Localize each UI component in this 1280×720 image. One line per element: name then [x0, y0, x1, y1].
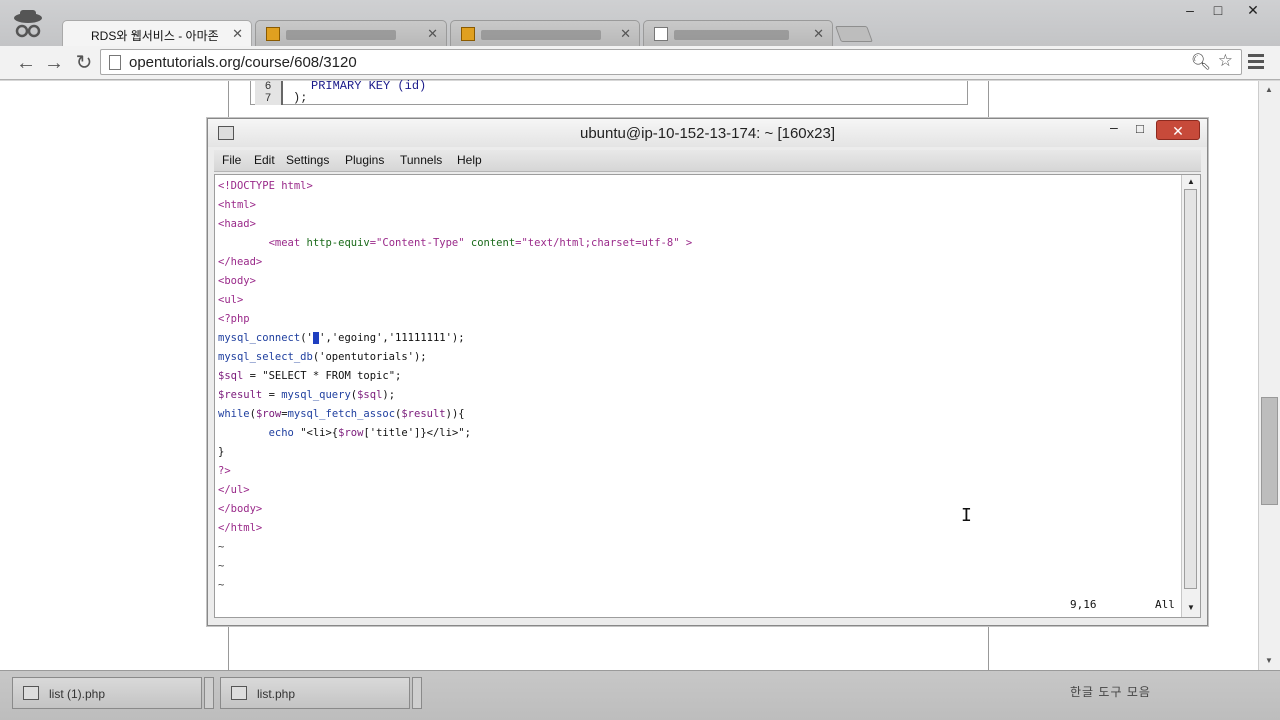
maximize-button[interactable]: □	[1203, 2, 1233, 18]
taskbar-item[interactable]: list.php	[220, 677, 410, 709]
terminal-close-button[interactable]: ✕	[1156, 120, 1200, 140]
forward-arrow-icon[interactable]: →	[42, 51, 66, 75]
code-line: echo "<li>{$row['title']}</li>";	[268, 427, 471, 439]
tab-3[interactable]: ✕	[450, 20, 640, 46]
code-line: </ul>	[218, 484, 250, 496]
menu-tunnels[interactable]: Tunnels	[400, 153, 442, 167]
code-line: </html>	[218, 522, 263, 534]
page-icon	[109, 55, 121, 70]
back-arrow-icon[interactable]: ←	[14, 51, 38, 75]
page-scrollbar[interactable]: ▲ ▼	[1258, 81, 1280, 670]
taskbar-item-label: list.php	[257, 687, 296, 701]
line-numbers: 6 7	[255, 81, 283, 105]
menu-edit[interactable]: Edit	[254, 153, 275, 167]
menu-icon[interactable]	[1248, 54, 1264, 70]
scroll-up-icon[interactable]: ▲	[1259, 85, 1279, 94]
text-cursor	[312, 332, 320, 344]
url-text[interactable]: opentutorials.org/course/608/3120	[129, 54, 357, 71]
code-line: </body>	[218, 503, 263, 515]
tab-label-blurred	[481, 29, 601, 40]
terminal-scrollbar[interactable]: ▲ ▼	[1181, 175, 1200, 617]
taskbar-item-label: list (1).php	[49, 687, 106, 701]
tab-favicon-icon	[266, 27, 280, 41]
code-editor[interactable]: <!DOCTYPE html> <html> <haad> <meat http-e…	[218, 177, 692, 595]
scroll-down-icon[interactable]: ▼	[1259, 656, 1279, 665]
menu-help[interactable]: Help	[457, 153, 482, 167]
menu-file[interactable]: File	[222, 153, 241, 167]
terminal-app-icon	[231, 686, 247, 700]
address-bar[interactable]: opentutorials.org/course/608/3120 🔍︎ ☆	[100, 49, 1242, 75]
terminal-window: ubuntu@ip-10-152-13-174: ~ [160x23] – □ …	[207, 118, 1208, 626]
taskbar-item[interactable]: list (1).php	[12, 677, 202, 709]
code-line: ~	[218, 541, 225, 553]
code-line: <meat http-equiv="Content-Type" content=…	[218, 237, 693, 249]
incognito-icon	[14, 10, 42, 38]
code-line: mysql_connect(' ','egoing','11111111');	[218, 332, 465, 344]
terminal-text-area[interactable]: <!DOCTYPE html> <html> <haad> <meat http-e…	[214, 174, 1201, 618]
browser-tab-strip: RDS와 웹서비스 - 아마존 ✕ ✕ ✕ ✕ – □ ✕	[0, 0, 1280, 46]
code-line: $sql = "SELECT * FROM topic";	[218, 370, 402, 382]
code-line: while($row=mysql_fetch_assoc($result)){	[218, 408, 465, 420]
taskbar-handle[interactable]	[412, 677, 422, 709]
scrollbar-thumb[interactable]	[1184, 189, 1197, 589]
code-line: <!DOCTYPE html>	[218, 180, 313, 192]
close-button[interactable]: ✕	[1238, 2, 1268, 19]
reload-icon[interactable]: ↻	[72, 51, 96, 75]
taskbar-handle[interactable]	[204, 677, 214, 709]
new-tab-button[interactable]	[835, 26, 873, 42]
menu-plugins[interactable]: Plugins	[345, 153, 384, 167]
star-icon[interactable]: ☆	[1218, 51, 1233, 71]
code-line: PRIMARY KEY (id)	[311, 79, 427, 93]
terminal-titlebar[interactable]: ubuntu@ip-10-152-13-174: ~ [160x23] – □ …	[208, 119, 1207, 147]
tab-2[interactable]: ✕	[255, 20, 447, 46]
line-number: 6	[264, 81, 272, 93]
code-line: </head>	[218, 256, 263, 268]
tab-label: RDS와 웹서비스 - 아마존	[91, 29, 219, 43]
scroll-down-icon[interactable]: ▼	[1182, 603, 1200, 612]
code-line: ?>	[218, 465, 231, 477]
search-icon[interactable]: 🔍︎	[1191, 52, 1211, 72]
tab-4[interactable]: ✕	[643, 20, 833, 46]
browser-toolbar: ← → ↻ opentutorials.org/course/608/3120 …	[0, 46, 1280, 80]
scrollbar-thumb[interactable]	[1261, 397, 1278, 505]
tab-close-icon[interactable]: ✕	[427, 26, 438, 42]
tab-close-icon[interactable]: ✕	[232, 26, 243, 42]
tab-label-blurred	[286, 29, 396, 40]
text-cursor-icon: I	[961, 505, 972, 526]
code-line: ~	[218, 579, 225, 591]
terminal-menubar: File Edit Settings Plugins Tunnels Help	[214, 150, 1201, 172]
taskbar: list (1).php list.php 한글 도구 모음	[0, 670, 1280, 720]
cursor-position: 9,16	[1070, 598, 1097, 611]
menu-settings[interactable]: Settings	[286, 153, 329, 167]
code-line: <ul>	[218, 294, 244, 306]
code-line: <html>	[218, 199, 256, 211]
terminal-title: ubuntu@ip-10-152-13-174: ~ [160x23]	[580, 125, 835, 142]
terminal-app-icon	[23, 686, 39, 700]
scroll-up-icon[interactable]: ▲	[1182, 177, 1200, 186]
code-line: );	[293, 91, 308, 105]
tab-rds[interactable]: RDS와 웹서비스 - 아마존 ✕	[62, 20, 252, 46]
code-line: ~	[218, 560, 225, 572]
tab-favicon-icon	[461, 27, 475, 41]
code-line: <?php	[218, 313, 250, 325]
terminal-maximize-button[interactable]: □	[1136, 121, 1144, 136]
terminal-minimize-button[interactable]: –	[1110, 119, 1118, 135]
minimize-button[interactable]: –	[1175, 2, 1205, 18]
tab-close-icon[interactable]: ✕	[813, 26, 824, 42]
line-number: 7	[264, 93, 272, 105]
code-line: <haad>	[218, 218, 256, 230]
tab-page-icon	[654, 27, 668, 41]
code-line: }	[218, 446, 225, 458]
scroll-position: All	[1155, 598, 1175, 611]
tab-close-icon[interactable]: ✕	[620, 26, 631, 42]
code-line: $result = mysql_query($sql);	[218, 389, 396, 401]
code-line: mysql_select_db('opentutorials');	[218, 351, 427, 363]
code-line: <body>	[218, 275, 256, 287]
system-tray[interactable]: 한글 도구 모음	[1070, 683, 1151, 700]
code-block: 6 7 PRIMARY KEY (id) );	[250, 79, 968, 105]
tab-label-blurred	[674, 29, 789, 40]
